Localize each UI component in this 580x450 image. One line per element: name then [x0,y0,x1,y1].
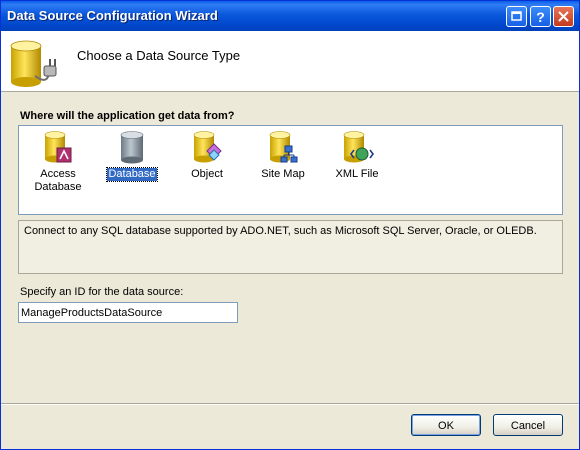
window-title: Data Source Configuration Wizard [7,8,218,23]
page-title: Choose a Data Source Type [77,48,241,63]
wizard-header: Choose a Data Source Type [1,31,579,92]
wizard-window: Data Source Configuration Wizard ? Choos… [0,0,580,450]
type-xml-file[interactable]: XML File [322,130,392,181]
database-icon [120,131,144,164]
database-plug-icon [10,40,57,87]
cancel-button[interactable]: Cancel [493,414,563,436]
data-source-id-input[interactable] [18,302,238,323]
type-database[interactable]: Database [97,130,167,182]
type-site-map[interactable]: Site Map [248,130,318,181]
footer-divider [1,403,579,405]
source-prompt-label: Where will the application get data from… [20,110,235,122]
type-description: Connect to any SQL database supported by… [24,225,537,237]
svg-text:?: ? [536,9,545,25]
restore-icon [511,11,522,21]
type-label: XML File [335,168,379,180]
site-map-icon [269,131,298,163]
access-database-icon [44,131,72,163]
help-icon: ? [536,9,545,25]
close-icon [558,11,569,22]
description-box: Connect to any SQL database supported by… [18,220,563,274]
xml-file-icon [343,131,374,163]
type-label: Access Database [34,168,82,193]
help-button[interactable]: ? [530,6,551,27]
id-field-label: Specify an ID for the data source: [20,286,184,298]
type-access-database[interactable]: Access Database [23,130,93,194]
object-icon [193,131,222,163]
type-label: Object [191,168,223,180]
type-label: Site Map [261,168,305,180]
type-label: Database [106,167,158,182]
close-button[interactable] [553,6,574,27]
type-object[interactable]: Object [172,130,242,181]
title-bar[interactable]: Data Source Configuration Wizard ? [1,1,579,31]
data-source-type-list[interactable]: Access Database Database Object Site Map… [18,125,563,215]
restore-button[interactable] [506,6,527,27]
ok-button[interactable]: OK [411,414,481,436]
